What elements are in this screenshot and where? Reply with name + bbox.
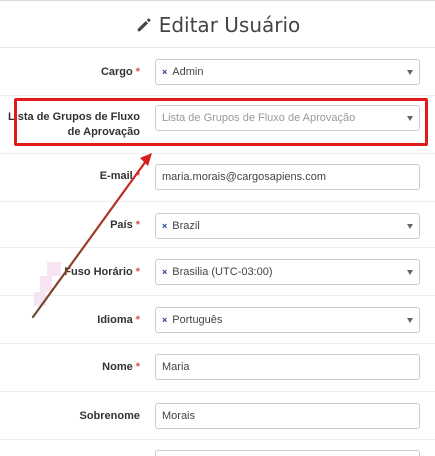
cargo-label: Cargo * <box>100 66 140 78</box>
idioma-label: Idioma * <box>97 314 140 326</box>
pais-label: País * <box>110 219 140 231</box>
email-field[interactable]: maria.morais@cargosapiens.com <box>155 164 420 190</box>
idioma-row: Idioma * × Português <box>0 296 435 344</box>
sobrenome-value: Morais <box>162 410 196 422</box>
grupos-placeholder: Lista de Grupos de Fluxo de Aprovação <box>162 112 356 124</box>
nome-value: Maria <box>162 361 190 373</box>
next-field[interactable] <box>155 450 420 456</box>
remove-chip-icon[interactable]: × <box>162 221 167 231</box>
chevron-down-icon[interactable] <box>407 116 413 121</box>
remove-chip-icon[interactable]: × <box>162 315 167 325</box>
chevron-down-icon[interactable] <box>407 270 413 275</box>
fuso-select[interactable]: × Brasilia (UTC-03:00) <box>155 259 420 285</box>
pais-row: País * × Brazil <box>0 202 435 248</box>
nome-field[interactable]: Maria <box>155 354 420 380</box>
sobrenome-label: Sobrenome <box>79 410 140 422</box>
sobrenome-row: Sobrenome Morais <box>0 392 435 440</box>
nome-row: Nome * Maria <box>0 344 435 392</box>
pais-select[interactable]: × Brazil <box>155 213 420 239</box>
cargo-value: Admin <box>172 66 204 78</box>
page-title: Editar Usuário <box>158 13 301 37</box>
top-border <box>0 0 435 1</box>
nome-label: Nome * <box>102 361 140 373</box>
idioma-value: Português <box>172 314 223 326</box>
pais-value: Brazil <box>172 220 200 232</box>
cargo-select[interactable]: × Admin <box>155 59 420 85</box>
highlight-trace <box>34 292 46 306</box>
cargo-row: Cargo * × Admin <box>0 48 435 96</box>
grupos-select[interactable]: Lista de Grupos de Fluxo de Aprovação <box>155 105 420 131</box>
email-label: E-mail * <box>99 170 140 182</box>
chevron-down-icon[interactable] <box>407 224 413 229</box>
chevron-down-icon[interactable] <box>407 70 413 75</box>
pencil-icon <box>137 18 151 32</box>
fuso-label: Fuso Horário * <box>64 266 140 278</box>
fuso-value: Brasilia (UTC-03:00) <box>172 266 273 278</box>
sobrenome-field[interactable]: Morais <box>155 403 420 429</box>
fuso-row: Fuso Horário * × Brasilia (UTC-03:00) <box>0 248 435 296</box>
remove-chip-icon[interactable]: × <box>162 267 167 277</box>
page-header: Editar Usuário <box>0 8 435 42</box>
idioma-select[interactable]: × Português <box>155 307 420 333</box>
highlight-trace <box>40 276 52 292</box>
remove-chip-icon[interactable]: × <box>162 67 167 77</box>
highlight-trace <box>47 262 61 276</box>
email-value: maria.morais@cargosapiens.com <box>162 171 327 183</box>
grupos-row: Lista de Grupos de Fluxo de Aprovação Li… <box>0 96 435 154</box>
grupos-label: Lista de Grupos de Fluxo de Aprovação <box>7 111 140 138</box>
chevron-down-icon[interactable] <box>407 318 413 323</box>
email-row: E-mail * maria.morais@cargosapiens.com <box>0 154 435 202</box>
